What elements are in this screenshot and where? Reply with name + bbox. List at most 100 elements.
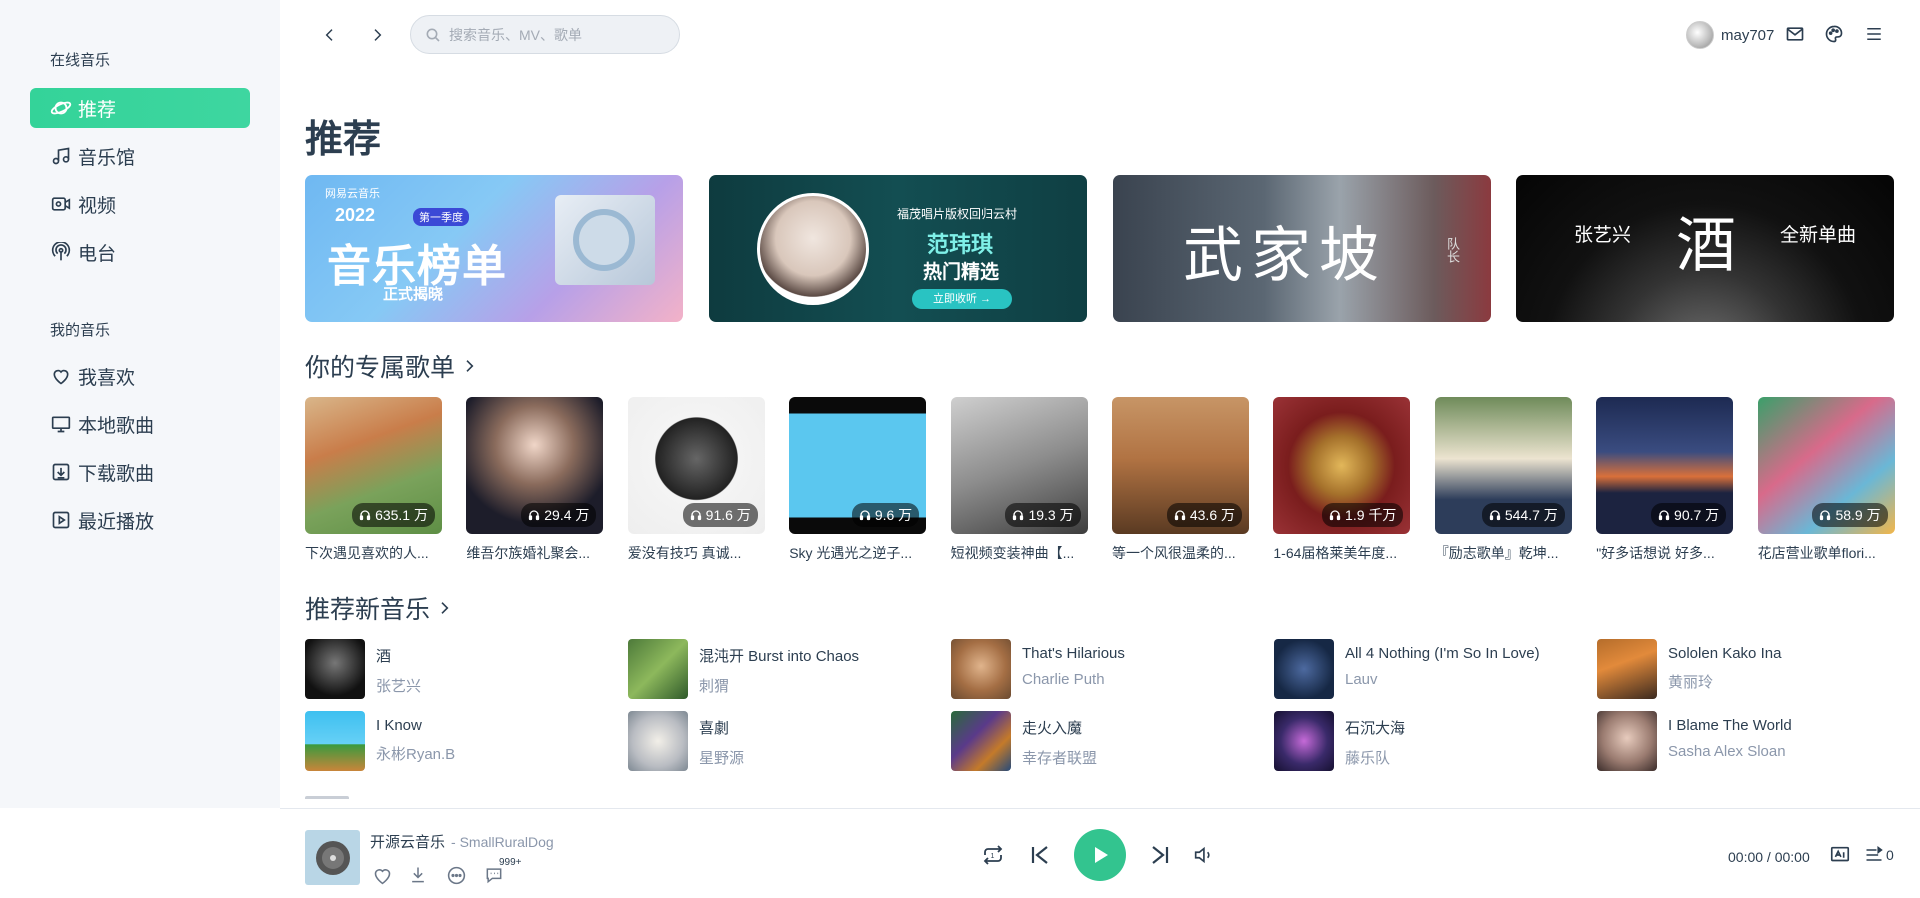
playlist-card[interactable]: 544.7 万『励志歌单』乾坤... <box>1434 397 1572 563</box>
playlist-cover[interactable]: 19.3 万 <box>950 397 1088 534</box>
song-cover[interactable] <box>628 711 688 771</box>
song-item[interactable]: 走火入魔 幸存者联盟 <box>951 711 1251 771</box>
banner-3[interactable]: 武家坡 队长 <box>1113 175 1491 322</box>
song-artist[interactable]: 张艺兴 <box>376 675 421 696</box>
playlist-title[interactable]: 下次遇见喜欢的人... <box>305 543 442 563</box>
avatar[interactable] <box>1686 21 1714 49</box>
playlist-cover[interactable]: 1.9 千万 <box>1273 397 1411 534</box>
song-item[interactable]: 酒张艺兴 <box>305 639 605 699</box>
banner-1[interactable]: 网易云音乐 2022 第一季度 音乐榜单 正式揭晓 <box>305 175 683 322</box>
song-item[interactable]: 石沉大海 藤乐队 <box>1274 711 1574 771</box>
playlist-queue-button[interactable]: 0 <box>1864 843 1894 867</box>
sidebar-item-radio[interactable]: 电台 <box>30 232 250 272</box>
playlist-card[interactable]: 635.1 万下次遇见喜欢的人... <box>305 397 442 563</box>
sidebar-item-downloads[interactable]: 下载歌曲 <box>30 452 250 492</box>
song-cover[interactable] <box>305 639 365 699</box>
sidebar-item-music-hall[interactable]: 音乐馆 <box>30 136 250 176</box>
forward-button[interactable] <box>362 20 392 50</box>
playlist-title[interactable]: "好多话想说 好多... <box>1596 543 1733 563</box>
playlist-card[interactable]: 91.6 万爱没有技巧 真诚... <box>627 397 765 563</box>
playlists-heading[interactable]: 你的专属歌单 <box>305 348 477 384</box>
user-profile[interactable]: may707 <box>1686 20 1774 50</box>
playlist-card[interactable]: 1.9 千万 1-64届格莱美年度... <box>1273 397 1411 563</box>
song-item[interactable]: I Blame The World Sasha Alex Sloan <box>1597 711 1897 771</box>
banner-2[interactable]: 福茂唱片版权回归云村 范玮琪 热门精选 立即收听 → <box>709 175 1087 322</box>
song-artist[interactable]: 幸存者联盟 <box>1022 747 1097 768</box>
song-name[interactable]: 喜劇 <box>699 717 744 738</box>
search-input[interactable] <box>447 25 667 44</box>
search-box[interactable] <box>410 15 680 54</box>
playlist-card[interactable]: 90.7 万 "好多话想说 好多... <box>1596 397 1734 563</box>
playlist-cover[interactable]: 9.6 万 <box>789 397 927 534</box>
song-cover[interactable] <box>1274 711 1334 771</box>
theme-button[interactable] <box>1822 22 1846 46</box>
playlist-cover[interactable]: 91.6 万 <box>627 397 765 534</box>
play-mode-button[interactable]: 1 <box>980 842 1006 868</box>
mail-button[interactable] <box>1783 22 1807 46</box>
song-artist[interactable]: Charlie Puth <box>1022 671 1125 688</box>
song-name[interactable]: I Blame The World <box>1668 717 1792 734</box>
song-item[interactable]: 混沌开 Burst into Chaos 刺猬 <box>628 639 928 699</box>
song-item[interactable]: I Know 永彬Ryan.B <box>305 711 605 771</box>
playlist-title[interactable]: 等一个风很温柔的... <box>1112 543 1249 563</box>
song-artist[interactable]: 藤乐队 <box>1345 747 1405 768</box>
song-cover[interactable] <box>951 639 1011 699</box>
sidebar-item-local-songs[interactable]: 本地歌曲 <box>30 404 250 444</box>
listen-now-button[interactable]: 立即收听 → <box>912 289 1012 309</box>
song-name[interactable]: 酒 <box>376 645 421 666</box>
playlist-card[interactable]: 9.6 万 Sky 光遇光之逆子... <box>789 397 927 563</box>
song-name[interactable]: I Know <box>376 717 455 734</box>
song-artist[interactable]: 刺猬 <box>699 675 859 696</box>
playlist-card[interactable]: 19.3 万短视频变装神曲【... <box>950 397 1088 563</box>
playlist-title[interactable]: 1-64届格莱美年度... <box>1273 543 1410 563</box>
song-item[interactable]: That's Hilarious Charlie Puth <box>951 639 1251 699</box>
song-name[interactable]: Sololen Kako Ina <box>1668 645 1781 662</box>
playlist-title[interactable]: 维吾尔族婚礼聚会... <box>466 543 603 563</box>
download-button[interactable] <box>406 863 430 887</box>
playlist-card[interactable]: 58.9 万花店营业歌单flori... <box>1757 397 1895 563</box>
song-artist[interactable]: 星野源 <box>699 747 744 768</box>
play-button[interactable] <box>1074 829 1126 881</box>
song-cover[interactable] <box>1597 639 1657 699</box>
banner-4[interactable]: 张艺兴 酒 全新单曲 <box>1516 175 1894 322</box>
playlist-cover[interactable]: 43.6 万 <box>1112 397 1249 534</box>
song-name[interactable]: That's Hilarious <box>1022 645 1125 662</box>
song-cover[interactable] <box>305 711 365 771</box>
song-artist[interactable]: 黄丽玲 <box>1668 671 1781 692</box>
song-cover[interactable] <box>628 639 688 699</box>
playlist-title[interactable]: 『励志歌单』乾坤... <box>1435 543 1572 563</box>
playlist-title[interactable]: 花店营业歌单flori... <box>1758 543 1895 563</box>
like-button[interactable] <box>370 863 394 887</box>
lyrics-button[interactable] <box>1828 843 1852 867</box>
playlist-card[interactable]: 43.6 万等一个风很温柔的... <box>1112 397 1249 563</box>
song-cover[interactable] <box>1274 639 1334 699</box>
song-artist[interactable]: 永彬Ryan.B <box>376 743 455 764</box>
menu-button[interactable] <box>1862 22 1886 46</box>
song-item[interactable]: Sololen Kako Ina 黄丽玲 <box>1597 639 1897 699</box>
new-music-heading[interactable]: 推荐新音乐 <box>305 590 452 626</box>
playlist-title[interactable]: 爱没有技巧 真诚... <box>628 543 765 563</box>
sidebar-item-video[interactable]: 视频 <box>30 184 250 224</box>
playlist-cover[interactable]: 635.1 万 <box>305 397 442 534</box>
playlist-cover[interactable]: 90.7 万 <box>1596 397 1734 534</box>
song-name[interactable]: All 4 Nothing (I'm So In Love) <box>1345 645 1540 662</box>
song-item[interactable]: All 4 Nothing (I'm So In Love) Lauv <box>1274 639 1574 699</box>
sidebar-item-recommend[interactable]: 推荐 <box>30 88 250 128</box>
playlist-title[interactable]: 短视频变装神曲【... <box>951 543 1088 563</box>
username[interactable]: may707 <box>1721 27 1774 44</box>
previous-button[interactable] <box>1026 841 1054 869</box>
song-cover[interactable] <box>951 711 1011 771</box>
song-cover[interactable] <box>1597 711 1657 771</box>
song-name[interactable]: 混沌开 Burst into Chaos <box>699 645 859 666</box>
song-artist[interactable]: Sasha Alex Sloan <box>1668 743 1792 760</box>
volume-button[interactable] <box>1190 842 1216 868</box>
playlist-cover[interactable]: 544.7 万 <box>1434 397 1572 534</box>
song-artist[interactable]: Lauv <box>1345 671 1540 688</box>
song-name[interactable]: 石沉大海 <box>1345 717 1405 738</box>
next-button[interactable] <box>1146 841 1174 869</box>
back-button[interactable] <box>315 20 345 50</box>
song-name[interactable]: 走火入魔 <box>1022 717 1097 738</box>
playlist-cover[interactable]: 29.4 万 <box>466 397 604 534</box>
more-button[interactable] <box>444 863 468 887</box>
sidebar-item-favorites[interactable]: 我喜欢 <box>30 356 250 396</box>
